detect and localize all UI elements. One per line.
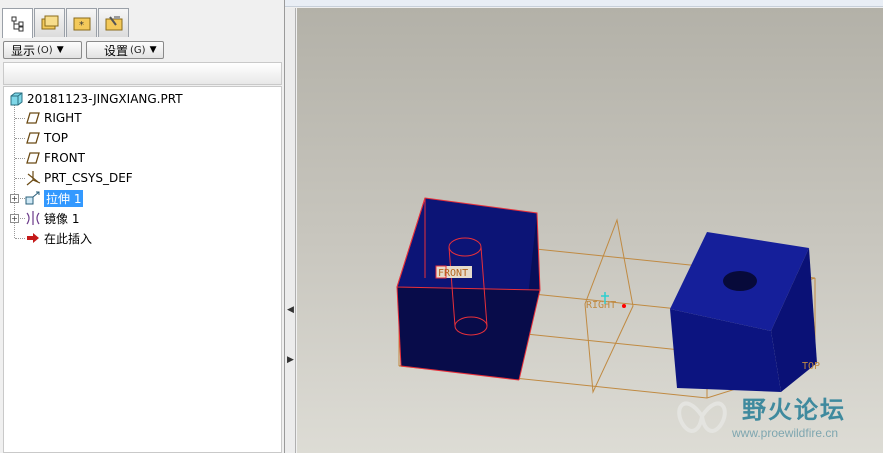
- tree-item-label: PRT_CSYS_DEF: [44, 171, 133, 185]
- tree-connector: [15, 238, 25, 239]
- tree-filter-bar[interactable]: [3, 62, 282, 85]
- top-plane-label: TOP: [802, 361, 820, 372]
- tree-root[interactable]: 20181123-JINGXIANG.PRT: [8, 90, 183, 108]
- datum-plane-icon: [25, 110, 41, 126]
- right-block: [670, 232, 817, 392]
- collapse-left-icon[interactable]: ◀: [287, 305, 294, 315]
- datum-plane-icon: [25, 130, 41, 146]
- tree-item-label: FRONT: [44, 151, 85, 165]
- watermark-logo-icon: [677, 401, 727, 433]
- expand-toggle[interactable]: +: [10, 214, 19, 223]
- tree-item-front[interactable]: FRONT: [25, 149, 85, 167]
- mirror-icon: [25, 210, 41, 226]
- settings-shortcut: (G): [130, 44, 146, 56]
- front-plane-label: FRONT: [438, 268, 468, 279]
- panel-splitter[interactable]: ◀ ▶: [285, 8, 296, 453]
- model-tree: 20181123-JINGXIANG.PRT RIGHT TOP FRONT P…: [3, 86, 282, 453]
- tab-favorites[interactable]: *: [66, 8, 97, 37]
- csys-icon: [25, 170, 41, 186]
- tab-folder-browser[interactable]: [34, 8, 65, 37]
- tree-item-insert-here[interactable]: 在此插入: [25, 229, 92, 247]
- tree-item-label: RIGHT: [44, 111, 82, 125]
- tree-item-top[interactable]: TOP: [25, 129, 68, 147]
- tree-item-label: TOP: [44, 131, 69, 145]
- navigator-panel: * 显示 (O) ▼ 设置 (G) ▼ 20181123-JINGXIANG.P…: [0, 0, 285, 453]
- tree-connector: [15, 138, 25, 139]
- tree-connector: [15, 158, 25, 159]
- tree-connector: [15, 118, 25, 119]
- tree-item-label: 在此插入: [44, 231, 93, 246]
- expand-right-icon[interactable]: ▶: [287, 355, 294, 365]
- navigator-tabs: *: [2, 8, 130, 38]
- part-icon: [8, 91, 24, 107]
- chevron-down-icon: ▼: [149, 45, 157, 55]
- show-label: 显示: [11, 43, 36, 58]
- datum-plane-icon: [25, 150, 41, 166]
- settings-label: 设置: [104, 43, 129, 58]
- tree-item-mirror[interactable]: 镜像 1: [25, 209, 79, 227]
- tab-history[interactable]: [98, 8, 129, 37]
- tree-item-label: 镜像 1: [44, 211, 80, 226]
- tree-toolbar: 显示 (O) ▼ 设置 (G) ▼: [3, 41, 164, 61]
- tree-item-label: 拉伸 1: [44, 189, 84, 207]
- tree-item-extrude[interactable]: 拉伸 1: [25, 189, 84, 207]
- favorites-icon: *: [73, 17, 90, 31]
- watermark: 野火论坛 www.proewildfire.cn: [670, 384, 880, 448]
- expand-toggle[interactable]: +: [10, 194, 19, 203]
- tree-root-label: 20181123-JINGXIANG.PRT: [27, 92, 183, 106]
- tree-connector: [15, 178, 25, 179]
- watermark-title: 野火论坛: [742, 395, 846, 424]
- history-icon: [105, 16, 122, 31]
- watermark-url: www.proewildfire.cn: [732, 426, 839, 440]
- tree-item-right[interactable]: RIGHT: [25, 109, 82, 127]
- extrude-icon: [25, 190, 41, 206]
- tree-item-csys[interactable]: PRT_CSYS_DEF: [25, 169, 133, 187]
- chevron-down-icon: ▼: [56, 45, 64, 55]
- model-tree-icon: [11, 16, 23, 31]
- show-shortcut: (O): [37, 44, 53, 56]
- show-dropdown-button[interactable]: 显示 (O) ▼: [3, 41, 82, 59]
- folder-browser-icon: [41, 15, 58, 30]
- tab-model-tree[interactable]: [2, 8, 33, 38]
- insert-here-icon: [25, 230, 41, 246]
- right-plane-label: RIGHT: [586, 300, 616, 311]
- settings-dropdown-button[interactable]: 设置 (G) ▼: [86, 41, 164, 59]
- left-block: [396, 197, 541, 381]
- svg-text:*: *: [79, 20, 84, 31]
